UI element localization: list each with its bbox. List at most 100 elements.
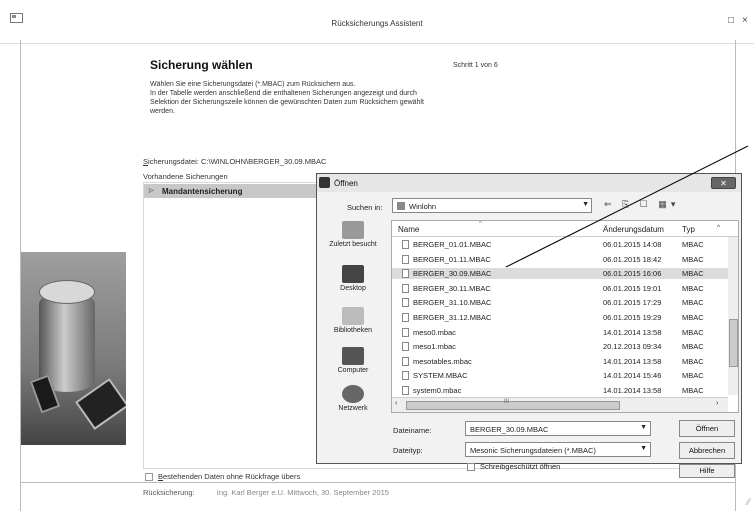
dialog-toolbar[interactable]: ⇐ ⎘ ☐ ▦▾	[604, 199, 679, 210]
place-libraries[interactable]: Bibliotheken	[320, 307, 386, 334]
file-icon	[402, 327, 409, 337]
place-label: Bibliotheken	[333, 327, 373, 334]
file-row[interactable]: BERGER_31.10.MBAC 06.01.2015 17:29 MBAC	[392, 297, 728, 308]
filetype-value: Mesonic Sicherungsdateien (*.MBAC)	[470, 446, 596, 455]
place-recent[interactable]: Zuletzt besucht	[320, 221, 386, 248]
file-value[interactable]: C:\WINLOHN\BERGER_30.09.MBAC	[201, 157, 326, 166]
recent-icon	[342, 221, 364, 239]
file-date: 06.01.2015 16:06	[603, 269, 662, 279]
file-icon	[402, 342, 409, 352]
overwrite-label: estehenden Daten ohne Rückfrage übers	[163, 472, 301, 481]
place-label: Computer	[337, 367, 369, 374]
file-name: BERGER_31.10.MBAC	[413, 298, 492, 308]
file-type: MBAC	[682, 356, 704, 366]
scroll-right-icon[interactable]: ›	[716, 400, 718, 407]
dialog-title: Öffnen	[334, 179, 358, 188]
file-list[interactable]: Name ^ Änderungsdatum Typ ^ BERGER_01.01…	[391, 220, 739, 413]
readonly-checkbox-row[interactable]: Schreibgeschützt öffnen	[467, 462, 560, 472]
column-type[interactable]: Typ	[682, 225, 695, 234]
look-in-dropdown[interactable]: Winlohn ▼	[392, 198, 592, 213]
place-computer[interactable]: Computer	[320, 347, 386, 374]
open-file-dialog: Öffnen ✕ Suchen in: Winlohn ▼ ⇐ ⎘ ☐ ▦▾ Z…	[316, 173, 742, 478]
window-title: Rücksicherungs Assistent	[331, 19, 423, 28]
horizontal-scroll-thumb[interactable]	[406, 401, 620, 410]
dialog-app-icon	[319, 177, 330, 188]
file-icon	[402, 386, 409, 395]
grid-group-row[interactable]: ▷ Mandantensicherung	[144, 184, 316, 198]
column-date[interactable]: Änderungsdatum	[603, 225, 664, 234]
readonly-checkbox[interactable]	[467, 463, 475, 472]
place-label: Zuletzt besucht	[329, 241, 377, 248]
file-type: MBAC	[682, 313, 704, 322]
horizontal-scrollbar[interactable]: ‹ III ›	[392, 397, 728, 412]
scroll-up-icon[interactable]: ^	[717, 225, 720, 231]
chevron-down-icon[interactable]: ▼	[640, 424, 647, 431]
file-icon	[402, 254, 409, 264]
file-row[interactable]: BERGER_30.09.MBAC 06.01.2015 16:06 MBAC	[392, 268, 728, 280]
overwrite-checkbox[interactable]	[145, 473, 153, 482]
file-row[interactable]: SYSTEM.MBAC 14.01.2014 15:46 MBAC	[392, 370, 728, 381]
library-icon	[342, 307, 364, 325]
file-row[interactable]: meso0.mbac 14.01.2014 13:58 MBAC	[392, 327, 728, 338]
maximize-button[interactable]: □	[728, 15, 734, 26]
file-type: MBAC	[682, 327, 704, 337]
place-desktop[interactable]: Desktop	[320, 265, 386, 292]
file-row[interactable]: BERGER_30.11.MBAC 06.01.2015 19:01 MBAC	[392, 283, 728, 294]
page-title: Sicherung wählen	[150, 58, 253, 72]
file-row[interactable]: BERGER_31.12.MBAC 06.01.2015 19:29 MBAC	[392, 312, 728, 323]
file-icon	[402, 269, 409, 279]
file-type: MBAC	[682, 283, 704, 293]
file-list-header: Name ^ Änderungsdatum Typ ^	[392, 221, 738, 237]
file-type: MBAC	[682, 386, 704, 395]
file-name: BERGER_30.11.MBAC	[413, 283, 491, 293]
description-line: Wählen Sie eine Sicherungsdatei (*.MBAC)…	[150, 81, 356, 88]
description-line: werden.	[150, 108, 175, 115]
file-row[interactable]: meso1.mbac 20.12.2013 09:34 MBAC	[392, 341, 728, 352]
file-name: meso1.mbac	[413, 342, 456, 352]
filetype-select[interactable]: Mesonic Sicherungsdateien (*.MBAC) ▼	[465, 442, 651, 457]
scroll-grip: III	[504, 399, 510, 405]
file-type: MBAC	[682, 254, 704, 264]
open-button[interactable]: Öffnen	[679, 420, 735, 437]
expand-icon[interactable]: ▷	[149, 187, 154, 194]
file-name: BERGER_30.09.MBAC	[413, 269, 492, 279]
dialog-close-button[interactable]: ✕	[711, 177, 736, 189]
chevron-down-icon[interactable]: ▼	[582, 201, 589, 208]
file-date: 14.01.2014 13:58	[603, 386, 662, 395]
file-name: meso0.mbac	[413, 327, 456, 337]
resize-grip[interactable]: ⁄⁄	[747, 497, 750, 507]
file-name: BERGER_31.12.MBAC	[413, 313, 492, 322]
file-date: 06.01.2015 19:01	[603, 283, 662, 293]
place-label: Desktop	[340, 285, 366, 292]
column-name[interactable]: Name	[398, 225, 419, 234]
place-network[interactable]: Netzwerk	[320, 385, 386, 412]
desktop-icon	[342, 265, 364, 283]
step-description: Wählen Sie eine Sicherungsdatei (*.MBAC)…	[150, 80, 510, 116]
file-icon	[402, 313, 409, 322]
cancel-button[interactable]: Abbrechen	[679, 442, 735, 459]
file-icon	[402, 371, 409, 381]
filename-input[interactable]: BERGER_30.09.MBAC ▼	[465, 421, 651, 436]
file-type: MBAC	[682, 342, 704, 352]
file-row[interactable]: BERGER_01.01.MBAC 06.01.2015 14:08 MBAC	[392, 239, 728, 250]
overwrite-checkbox-row[interactable]: Bestehenden Daten ohne Rückfrage übers	[145, 472, 301, 482]
vertical-scrollbar[interactable]	[728, 237, 738, 395]
look-in-label: Suchen in:	[347, 203, 383, 212]
chevron-down-icon[interactable]: ▼	[640, 445, 647, 452]
status-label: Rücksicherung:	[143, 488, 195, 497]
file-date: 06.01.2015 19:29	[603, 313, 662, 322]
places-bar: Zuletzt besucht Desktop Bibliotheken Com…	[320, 221, 386, 416]
file-date: 14.01.2014 13:58	[603, 356, 662, 366]
file-row[interactable]: system0.mbac 14.01.2014 13:58 MBAC	[392, 385, 728, 396]
close-button[interactable]: ×	[742, 15, 748, 26]
file-row[interactable]: BERGER_01.11.MBAC 06.01.2015 18:42 MBAC	[392, 254, 728, 265]
scroll-left-icon[interactable]: ‹	[395, 400, 397, 407]
help-button[interactable]: Hilfe	[679, 464, 735, 478]
file-type: MBAC	[682, 298, 704, 308]
vertical-scroll-thumb[interactable]	[729, 319, 738, 367]
filename-label: Dateiname:	[393, 426, 432, 435]
step-counter: Schritt 1 von 6	[453, 62, 498, 69]
wizard-side-image	[21, 252, 126, 445]
file-row[interactable]: mesotables.mbac 14.01.2014 13:58 MBAC	[392, 356, 728, 367]
grid-group-label: Mandantensicherung	[162, 187, 243, 196]
